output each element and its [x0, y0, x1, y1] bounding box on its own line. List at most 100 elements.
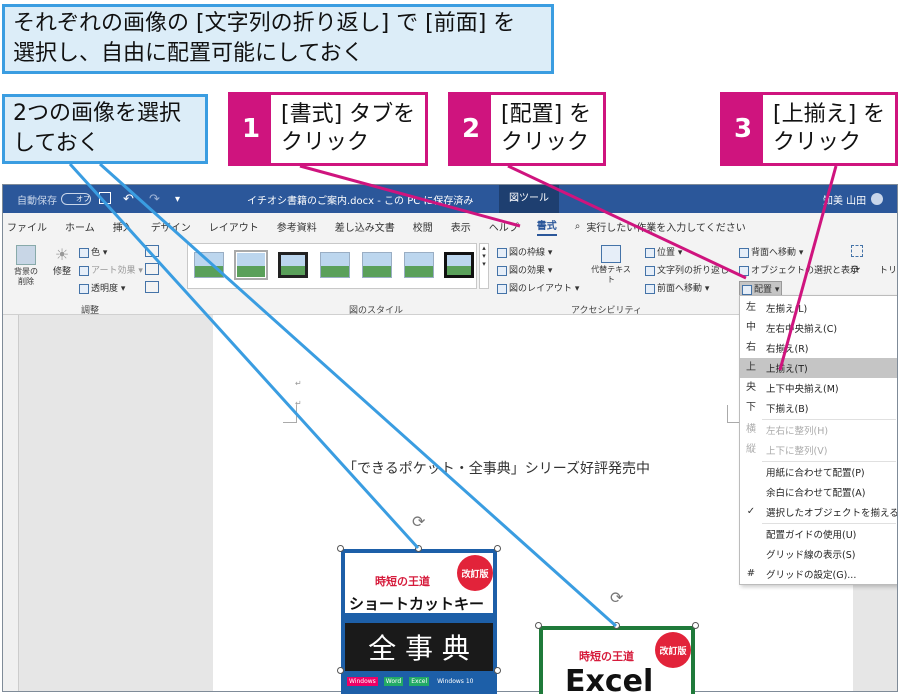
- reset-picture-icon[interactable]: [145, 281, 159, 293]
- redo-icon[interactable]: ↷: [149, 192, 160, 207]
- tab-mailings[interactable]: 差し込み文書: [335, 219, 395, 234]
- style-thumb-1[interactable]: [194, 252, 224, 278]
- view-gridlines-item[interactable]: グリッド線の表示(S): [740, 544, 897, 564]
- align-center-item[interactable]: 中左右中央揃え(C): [740, 318, 897, 338]
- account-icon[interactable]: [871, 193, 883, 205]
- tab-view[interactable]: 表示: [451, 219, 471, 234]
- style-thumb-5[interactable]: [362, 252, 392, 278]
- tab-insert[interactable]: 挿入: [113, 219, 133, 234]
- tab-design[interactable]: デザイン: [151, 219, 191, 234]
- rotate-icon[interactable]: ⟳: [851, 263, 860, 276]
- undo-icon[interactable]: ↶: [123, 192, 134, 207]
- resize-handle[interactable]: [613, 622, 620, 629]
- checkmark-icon: ✓: [746, 506, 756, 517]
- align-selected-item[interactable]: ✓ 選択したオブジェクトを揃える(O): [740, 502, 897, 522]
- align-button[interactable]: 配置 ▾: [739, 281, 783, 296]
- callout-top-line1: それぞれの画像の [文字列の折り返し] で [前面] を: [13, 11, 516, 36]
- corrections-label: 修整: [52, 267, 71, 277]
- style-thumb-4[interactable]: [320, 252, 350, 278]
- distribute-vertical-item[interactable]: 縦上下に整列(V): [740, 440, 897, 460]
- align-top-icon: 上: [746, 362, 756, 373]
- book-image-shortcut[interactable]: 改訂版 時短の王道 ショートカットキー 全 事 典 Windows Word E…: [341, 549, 497, 694]
- picture-effects-button[interactable]: 図の効果 ▾: [497, 263, 552, 276]
- picture-layout-label: 図のレイアウト: [509, 284, 573, 294]
- resize-handle[interactable]: [415, 545, 422, 552]
- picture-layout-button[interactable]: 図のレイアウト ▾: [497, 281, 579, 294]
- position-label: 位置: [657, 248, 676, 258]
- tell-me-input[interactable]: 実行したい作業を入力してください: [586, 219, 745, 234]
- style-thumb-3[interactable]: [278, 252, 308, 278]
- bring-forward-button[interactable]: 前面へ移動 ▾: [645, 281, 709, 294]
- picture-border-button[interactable]: 図の枠線 ▾: [497, 245, 552, 258]
- corrections-button[interactable]: ☀ 修整: [49, 245, 75, 277]
- tab-home[interactable]: ホーム: [65, 219, 95, 234]
- resize-handle[interactable]: [692, 622, 699, 629]
- view-gridlines-label: グリッド線の表示(S): [766, 550, 856, 561]
- step-3-number: 3: [723, 95, 763, 163]
- color-button[interactable]: 色 ▾: [79, 245, 107, 258]
- align-right-item[interactable]: 右右揃え(R): [740, 338, 897, 358]
- rotate-handle-icon[interactable]: ⟳: [610, 588, 623, 607]
- style-thumb-7[interactable]: [444, 252, 474, 278]
- align-top-item[interactable]: 上上揃え(T): [740, 358, 897, 378]
- transparency-button[interactable]: 透明度 ▾: [79, 281, 125, 294]
- resize-handle[interactable]: [535, 622, 542, 629]
- align-to-page-item[interactable]: 用紙に合わせて配置(P): [740, 462, 897, 482]
- style-thumb-6[interactable]: [404, 252, 434, 278]
- selection-pane-button[interactable]: オブジェクトの選択と表示: [739, 263, 859, 276]
- send-backward-icon: [739, 247, 749, 258]
- grid-settings-item[interactable]: # グリッドの設定(G)...: [740, 564, 897, 584]
- document-heading: 「できるポケット・全事典」シリーズ好評発売中: [343, 461, 651, 477]
- align-middle-item[interactable]: 央上下中央揃え(M): [740, 378, 897, 398]
- book-image-excel[interactable]: 改訂版 時短の王道 Excel: [539, 626, 695, 699]
- grid-settings-label: グリッドの設定(G)...: [766, 570, 857, 581]
- tab-file[interactable]: ファイル: [7, 219, 47, 234]
- tab-references[interactable]: 参考資料: [277, 219, 317, 234]
- user-name[interactable]: 知美 山田: [823, 192, 866, 207]
- distribute-horizontal-label: 左右に整列(H): [766, 426, 829, 437]
- position-button[interactable]: 位置 ▾: [645, 245, 682, 258]
- resize-handle[interactable]: [494, 667, 501, 674]
- align-menu: 左左揃え(L) 中左右中央揃え(C) 右右揃え(R) 上上揃え(T) 央上下中央…: [739, 295, 897, 585]
- tab-review[interactable]: 校閲: [413, 219, 433, 234]
- rotate-handle-icon[interactable]: ⟳: [412, 512, 425, 531]
- distribute-horizontal-item[interactable]: 横左右に整列(H): [740, 420, 897, 440]
- align-center-icon: 中: [746, 322, 756, 333]
- align-to-margin-item[interactable]: 余白に合わせて配置(A): [740, 482, 897, 502]
- style-thumb-2[interactable]: [236, 252, 266, 278]
- compress-icon[interactable]: [145, 245, 159, 257]
- gallery-scroll[interactable]: ▴ ▾ ▾: [479, 243, 489, 289]
- customize-qat-icon[interactable]: ▾: [175, 194, 180, 205]
- tab-format[interactable]: 書式: [536, 217, 557, 236]
- alt-text-button[interactable]: 代替テキスト: [591, 245, 631, 285]
- artistic-effects-button[interactable]: アート効果 ▾: [79, 263, 143, 276]
- send-backward-button[interactable]: 背面へ移動 ▾: [739, 245, 803, 258]
- book1-tag: Windows: [347, 677, 378, 686]
- resize-handle[interactable]: [337, 667, 344, 674]
- autosave-toggle[interactable]: オフ: [61, 193, 91, 205]
- wrap-text-button[interactable]: 文字列の折り返し: [645, 263, 729, 276]
- tab-layout[interactable]: レイアウト: [209, 219, 259, 234]
- save-icon[interactable]: [99, 192, 111, 204]
- book1-badge: 改訂版: [457, 555, 493, 591]
- change-picture-icon[interactable]: [145, 263, 159, 275]
- align-left-icon: 左: [746, 302, 756, 313]
- use-alignment-guides-item[interactable]: 配置ガイドの使用(U): [740, 524, 897, 544]
- group-objects-icon[interactable]: [851, 245, 863, 257]
- resize-handle[interactable]: [494, 545, 501, 552]
- crop-button[interactable]: トリミ: [879, 263, 897, 276]
- tab-help[interactable]: ヘルプ: [489, 219, 519, 234]
- remove-background-button[interactable]: 背景の削除: [11, 245, 41, 287]
- search-icon: ⌕: [574, 220, 581, 232]
- step-3: 3 [上揃え] をクリック: [720, 92, 898, 166]
- grid-icon: #: [746, 568, 756, 579]
- align-bottom-item[interactable]: 下下揃え(B): [740, 398, 897, 418]
- align-top-label: 上揃え(T): [766, 364, 808, 375]
- align-bottom-label: 下揃え(B): [766, 404, 809, 415]
- remove-background-label: 背景の削除: [14, 267, 38, 286]
- book1-tags: Windows Word Excel Windows 10: [347, 677, 475, 686]
- picture-styles-gallery[interactable]: [187, 243, 477, 289]
- resize-handle[interactable]: [337, 545, 344, 552]
- align-left-item[interactable]: 左左揃え(L): [740, 298, 897, 318]
- book1-tag: Word: [383, 677, 404, 686]
